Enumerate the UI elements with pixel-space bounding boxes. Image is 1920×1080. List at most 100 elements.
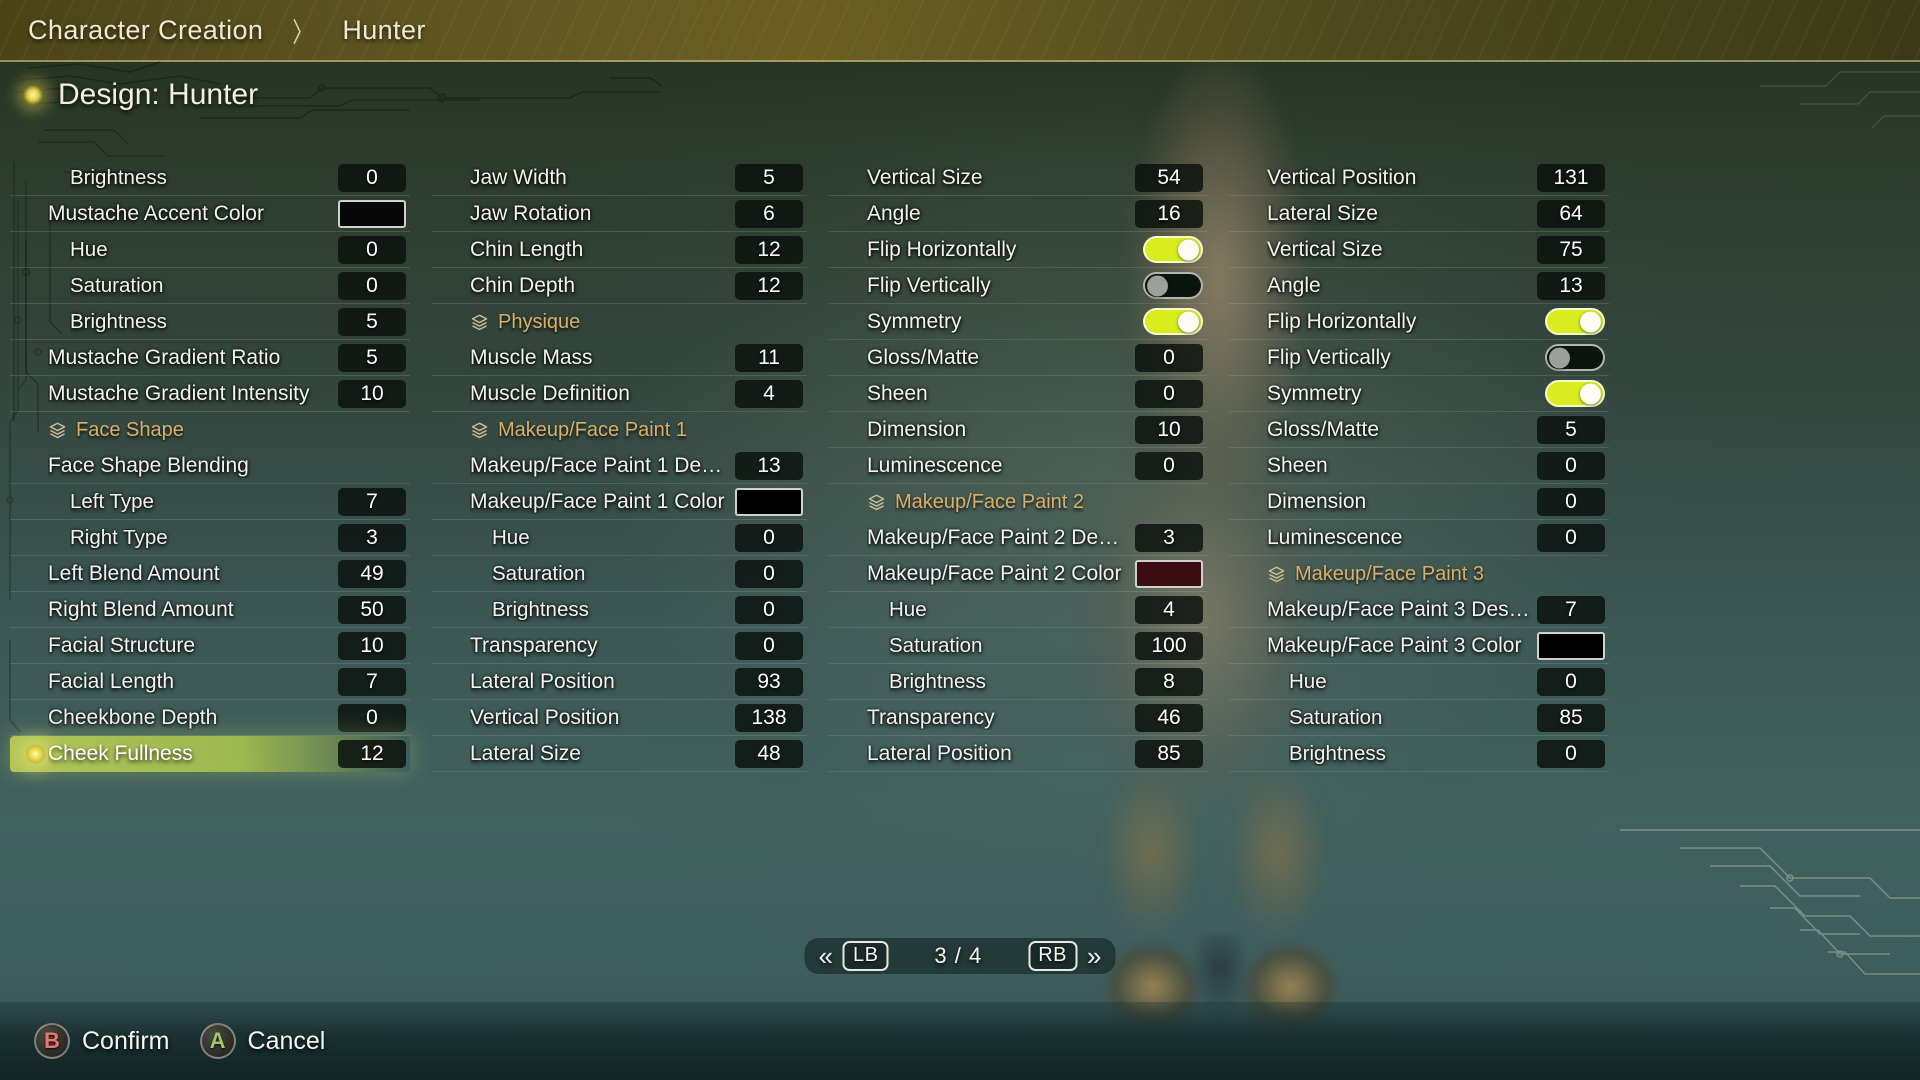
parameter-value[interactable]: 12: [735, 235, 803, 264]
parameter-row-muscle-definition[interactable]: Muscle Definition 4: [432, 376, 807, 412]
parameter-row-makeup-face-paint-1-color[interactable]: Makeup/Face Paint 1 Color: [432, 484, 807, 520]
parameter-value[interactable]: 7: [338, 487, 406, 516]
parameter-value[interactable]: 7: [1537, 595, 1605, 624]
parameter-value[interactable]: 0: [1537, 451, 1605, 480]
parameter-row-hue[interactable]: Hue 0: [1229, 664, 1609, 700]
parameter-row-face-shape-blending[interactable]: Face Shape Blending: [10, 448, 410, 484]
parameter-value[interactable]: 0: [735, 595, 803, 624]
parameter-row-makeup-face-paint-1-design[interactable]: Makeup/Face Paint 1 Design 13: [432, 448, 807, 484]
parameter-value[interactable]: 54: [1135, 163, 1203, 192]
parameter-value[interactable]: 5: [735, 163, 803, 192]
parameter-row-cheekbone-depth[interactable]: Cheekbone Depth 0: [10, 700, 410, 736]
parameter-value[interactable]: 10: [338, 631, 406, 660]
color-swatch[interactable]: [1135, 559, 1203, 588]
parameter-row-flip-vertically[interactable]: Flip Vertically: [1229, 340, 1609, 376]
toggle-switch[interactable]: [1143, 236, 1203, 263]
parameter-value[interactable]: 10: [1135, 415, 1203, 444]
parameter-row-flip-vertically[interactable]: Flip Vertically: [829, 268, 1207, 304]
parameter-row-brightness[interactable]: Brightness 0: [1229, 736, 1609, 772]
parameter-row-vertical-position[interactable]: Vertical Position 138: [432, 700, 807, 736]
parameter-value[interactable]: 0: [1135, 451, 1203, 480]
parameter-row-vertical-position[interactable]: Vertical Position 131: [1229, 160, 1609, 196]
parameter-value[interactable]: 13: [735, 451, 803, 480]
parameter-row-chin-length[interactable]: Chin Length 12: [432, 232, 807, 268]
parameter-row-brightness[interactable]: Brightness 8: [829, 664, 1207, 700]
parameter-row-chin-depth[interactable]: Chin Depth 12: [432, 268, 807, 304]
parameter-row-muscle-mass[interactable]: Muscle Mass 11: [432, 340, 807, 376]
parameter-value[interactable]: 0: [338, 163, 406, 192]
parameter-value[interactable]: 0: [1537, 523, 1605, 552]
parameter-row-brightness[interactable]: Brightness 5: [10, 304, 410, 340]
parameter-value[interactable]: 0: [338, 271, 406, 300]
parameter-value[interactable]: 0: [735, 559, 803, 588]
parameter-value[interactable]: 0: [1537, 739, 1605, 768]
parameter-row-flip-horizontally[interactable]: Flip Horizontally: [829, 232, 1207, 268]
parameter-row-symmetry[interactable]: Symmetry: [829, 304, 1207, 340]
color-swatch[interactable]: [338, 199, 406, 228]
parameter-row-mustache-gradient-intensity[interactable]: Mustache Gradient Intensity 10: [10, 376, 410, 412]
parameter-value[interactable]: 0: [1537, 667, 1605, 696]
confirm-button[interactable]: B Confirm: [34, 1023, 170, 1059]
parameter-row-luminescence[interactable]: Luminescence 0: [1229, 520, 1609, 556]
parameter-value[interactable]: 5: [338, 307, 406, 336]
parameter-value[interactable]: 0: [338, 703, 406, 732]
parameter-row-right-type[interactable]: Right Type 3: [10, 520, 410, 556]
parameter-row-makeup-face-paint-2-design[interactable]: Makeup/Face Paint 2 Design 3: [829, 520, 1207, 556]
parameter-row-lateral-size[interactable]: Lateral Size 64: [1229, 196, 1609, 232]
parameter-row-facial-structure[interactable]: Facial Structure 10: [10, 628, 410, 664]
rb-bumper-button[interactable]: RB: [1028, 941, 1078, 971]
parameter-value[interactable]: 131: [1537, 163, 1605, 192]
parameter-value[interactable]: 3: [1135, 523, 1203, 552]
parameter-value[interactable]: 0: [338, 235, 406, 264]
parameter-row-saturation[interactable]: Saturation 100: [829, 628, 1207, 664]
parameter-value[interactable]: 48: [735, 739, 803, 768]
parameter-value[interactable]: 5: [338, 343, 406, 372]
parameter-value[interactable]: 75: [1537, 235, 1605, 264]
parameter-value[interactable]: 0: [735, 631, 803, 660]
parameter-row-jaw-rotation[interactable]: Jaw Rotation 6: [432, 196, 807, 232]
parameter-row-lateral-position[interactable]: Lateral Position 93: [432, 664, 807, 700]
parameter-row-vertical-size[interactable]: Vertical Size 75: [1229, 232, 1609, 268]
parameter-value[interactable]: 12: [735, 271, 803, 300]
parameter-value[interactable]: 49: [338, 559, 406, 588]
parameter-value[interactable]: 85: [1135, 739, 1203, 768]
parameter-value[interactable]: 0: [1135, 343, 1203, 372]
parameter-value[interactable]: 4: [1135, 595, 1203, 624]
lb-bumper-button[interactable]: LB: [842, 941, 889, 971]
parameter-row-lateral-position[interactable]: Lateral Position 85: [829, 736, 1207, 772]
parameter-row-gloss-matte[interactable]: Gloss/Matte 5: [1229, 412, 1609, 448]
parameter-row-makeup-face-paint-2-color[interactable]: Makeup/Face Paint 2 Color: [829, 556, 1207, 592]
parameter-value[interactable]: 3: [338, 523, 406, 552]
parameter-value[interactable]: 85: [1537, 703, 1605, 732]
parameter-row-transparency[interactable]: Transparency 46: [829, 700, 1207, 736]
toggle-switch[interactable]: [1143, 308, 1203, 335]
parameter-row-mustache-accent-color[interactable]: Mustache Accent Color: [10, 196, 410, 232]
parameter-row-gloss-matte[interactable]: Gloss/Matte 0: [829, 340, 1207, 376]
parameter-row-mustache-gradient-ratio[interactable]: Mustache Gradient Ratio 5: [10, 340, 410, 376]
parameter-value[interactable]: 93: [735, 667, 803, 696]
parameter-row-hue[interactable]: Hue 4: [829, 592, 1207, 628]
parameter-value[interactable]: 46: [1135, 703, 1203, 732]
toggle-switch[interactable]: [1143, 272, 1203, 299]
parameter-row-saturation[interactable]: Saturation 0: [10, 268, 410, 304]
parameter-row-hue[interactable]: Hue 0: [10, 232, 410, 268]
parameter-row-luminescence[interactable]: Luminescence 0: [829, 448, 1207, 484]
parameter-value[interactable]: 0: [735, 523, 803, 552]
parameter-row-hue[interactable]: Hue 0: [432, 520, 807, 556]
parameter-value[interactable]: 100: [1135, 631, 1203, 660]
toggle-switch[interactable]: [1545, 380, 1605, 407]
parameter-row-symmetry[interactable]: Symmetry: [1229, 376, 1609, 412]
parameter-value[interactable]: 12: [338, 740, 406, 768]
parameter-row-makeup-face-paint-3-color[interactable]: Makeup/Face Paint 3 Color: [1229, 628, 1609, 664]
parameter-value[interactable]: 50: [338, 595, 406, 624]
next-page-chevron-icon[interactable]: »: [1087, 943, 1101, 969]
toggle-switch[interactable]: [1545, 344, 1605, 371]
parameter-value[interactable]: 8: [1135, 667, 1203, 696]
cancel-button[interactable]: A Cancel: [199, 1023, 325, 1059]
parameter-row-left-blend-amount[interactable]: Left Blend Amount 49: [10, 556, 410, 592]
parameter-row-right-blend-amount[interactable]: Right Blend Amount 50: [10, 592, 410, 628]
parameter-value[interactable]: 7: [338, 667, 406, 696]
parameter-value[interactable]: 6: [735, 199, 803, 228]
parameter-row-sheen[interactable]: Sheen 0: [829, 376, 1207, 412]
parameter-value[interactable]: 4: [735, 379, 803, 408]
